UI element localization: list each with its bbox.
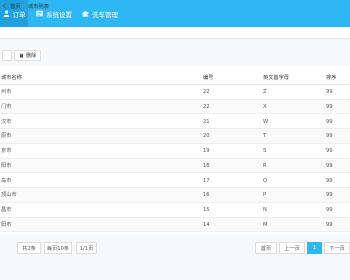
cell-sort: 99 [326,162,333,169]
cell-letter: P [263,192,267,199]
table-row[interactable]: 原市 20 T 99 [0,129,350,144]
cell-city-name: 顶山市 [1,192,17,199]
cell-code: 21 [203,118,210,125]
cell-sort: 99 [326,89,333,95]
pager-total: 共2条 [17,242,41,254]
table-row[interactable]: 京市 19 S 99 [0,144,350,159]
nav-item-label: 洗车管理 [92,10,118,19]
cell-code: 15 [203,207,210,213]
cell-letter: R [263,162,267,169]
cell-sort: 99 [326,192,333,199]
cell-sort: 99 [326,148,333,154]
cell-city-name: 岛市 [1,177,12,184]
cell-code: 14 [203,221,210,228]
cell-city-name: 汉市 [1,118,12,125]
cell-city-name: 原市 [1,133,12,140]
breadcrumb-back[interactable] [2,0,7,12]
cell-sort: 99 [326,177,333,184]
column-header-letter[interactable]: 英文首字母 [263,73,289,83]
chevron-left-icon [2,3,7,9]
cell-letter: Z [263,89,267,95]
puzzle-icon [82,10,89,17]
table-row[interactable]: 门市 22 X 99 [0,99,350,115]
column-header-sort[interactable]: 排序 [326,73,336,83]
cell-code: 17 [203,177,210,184]
nav-item-label: 系统设置 [46,10,72,19]
table-row[interactable]: 阳市 14 M 99 [0,217,350,233]
table-row[interactable]: 汉市 21 W 99 [0,115,350,129]
pager-current-page[interactable]: 1 [307,242,322,254]
table-row[interactable]: 顶山市 16 P 99 [0,188,350,203]
cell-city-name: 州市 [1,89,12,95]
cell-letter: W [263,118,269,125]
cell-city-name: 阳市 [1,162,12,169]
breadcrumb-home[interactable]: 首页 [10,0,20,12]
cell-city-name: 昌市 [1,207,12,213]
cell-letter: N [263,207,267,213]
cell-letter: Q [263,177,268,184]
cell-city-name: 阳市 [1,221,12,228]
pager-first-button[interactable]: 首页 [255,242,277,254]
cell-letter: X [263,103,267,110]
cell-sort: 99 [326,103,333,110]
column-header-name[interactable]: 城市名称 [1,73,22,83]
table-row[interactable]: 昌市 15 N 99 [0,203,350,218]
cell-sort: 99 [326,133,333,140]
add-button[interactable] [2,50,12,61]
table-row[interactable]: 州市 22 Z 99 [0,85,350,100]
table-row[interactable]: 阳市 18 R 99 [0,158,350,174]
cell-code: 20 [203,133,210,140]
breadcrumb [0,27,350,39]
table-row[interactable]: 岛市 17 Q 99 [0,174,350,188]
cell-code: 22 [203,103,210,110]
pager-prev-button[interactable]: 上一页 [279,242,305,254]
trash-icon [19,53,24,58]
nav-item-carwash-management[interactable]: 洗车管理 [82,0,118,27]
cell-sort: 99 [326,221,333,228]
cell-code: 22 [203,89,210,95]
cell-letter: S [263,148,267,154]
pager-page-of: 1/1页 [76,242,97,254]
cell-letter: T [263,133,267,140]
cell-city-name: 京市 [1,148,12,154]
cell-code: 16 [203,192,210,199]
cell-letter: M [263,221,268,228]
pager-next-button[interactable]: 下一页 [324,242,350,254]
cell-city-name: 门市 [1,103,12,110]
column-header-code[interactable]: 编号 [203,73,213,83]
cell-code: 18 [203,162,210,169]
toolbar [0,39,350,63]
pager-per-page[interactable]: 每页10条 [44,242,72,254]
breadcrumb-separator: > [22,3,27,9]
breadcrumb-current: 城市列表 [28,3,49,10]
cell-sort: 99 [326,207,333,213]
cell-code: 19 [203,148,210,154]
delete-button[interactable]: 删除 [14,50,42,61]
cell-sort: 99 [326,118,333,125]
